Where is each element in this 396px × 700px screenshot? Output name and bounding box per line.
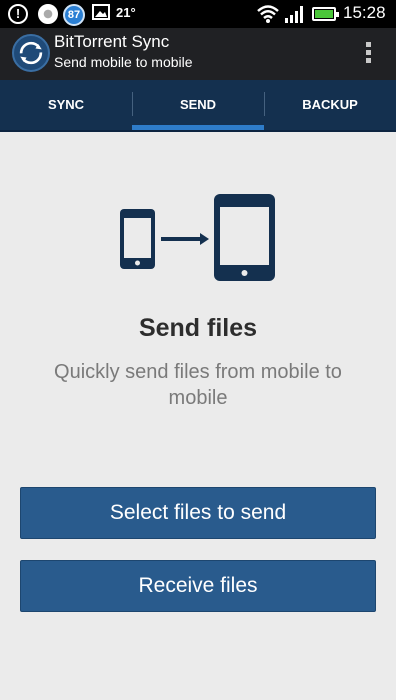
- tab-send[interactable]: SEND: [132, 80, 264, 130]
- phone-to-tablet-icon: [120, 194, 275, 281]
- battery-icon: [312, 7, 339, 21]
- page-description: Quickly send files from mobile to mobile: [54, 361, 342, 409]
- bittorrent-sync-logo-icon[interactable]: [12, 34, 50, 72]
- action-bar: BitTorrent Sync Send mobile to mobile: [0, 28, 396, 80]
- tab-sync[interactable]: SYNC: [0, 80, 132, 130]
- overflow-menu-icon[interactable]: [364, 42, 372, 64]
- tab-backup[interactable]: BACKUP: [264, 80, 396, 130]
- receive-files-button[interactable]: Receive files: [20, 560, 376, 612]
- alert-icon: !: [8, 4, 28, 24]
- picture-icon: [92, 4, 110, 20]
- page-title: Send files: [138, 314, 258, 342]
- notification-badge-icon: 87: [63, 4, 85, 26]
- select-files-button[interactable]: Select files to send: [20, 487, 376, 539]
- app-title: BitTorrent Sync: [54, 32, 170, 51]
- wifi-icon: [257, 5, 279, 23]
- status-bar: ! 87 21° 15:28: [0, 0, 396, 28]
- send-panel: Send files Quickly send files from mobil…: [0, 132, 396, 700]
- app-subtitle: Send mobile to mobile: [54, 54, 193, 70]
- browser-icon: [38, 4, 58, 24]
- status-clock: 15:28: [343, 3, 386, 22]
- signal-strength-icon: [285, 6, 303, 23]
- temperature-text: 21°: [116, 5, 136, 20]
- tab-bar: SYNC SEND BACKUP: [0, 80, 396, 132]
